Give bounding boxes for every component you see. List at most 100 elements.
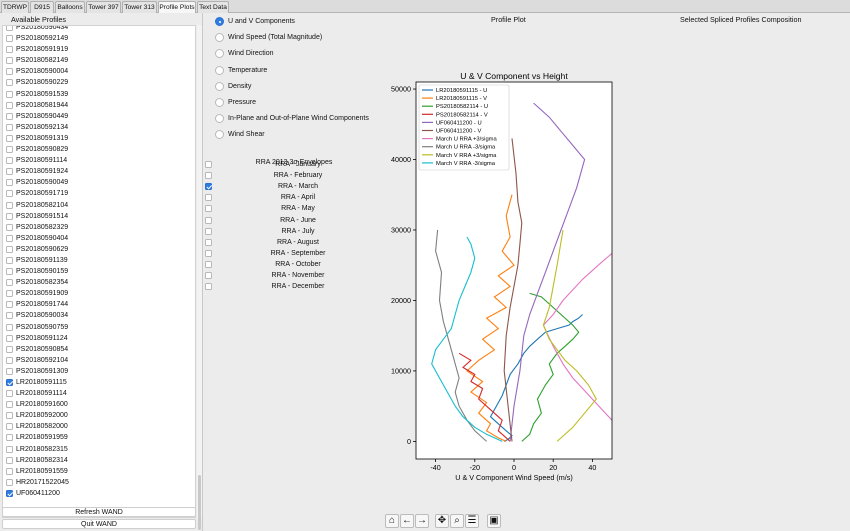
envelope-month-item[interactable]: RRA - January: [205, 159, 383, 170]
envelope-checkbox[interactable]: [205, 227, 212, 235]
envelope-checkbox[interactable]: [205, 205, 212, 213]
refresh-wand-button[interactable]: Refresh WAND: [2, 507, 196, 517]
profile-checkbox[interactable]: [6, 90, 13, 98]
envelope-checkbox[interactable]: [205, 260, 212, 268]
envelope-checkbox[interactable]: [205, 216, 212, 224]
profile-checkbox[interactable]: [6, 268, 13, 276]
profile-list-item[interactable]: PS20180590404: [3, 233, 195, 244]
profile-list-item[interactable]: PS20180590434: [3, 26, 195, 33]
profile-checkbox[interactable]: [6, 456, 13, 464]
profile-checkbox[interactable]: [6, 367, 13, 375]
profile-checkbox[interactable]: [6, 212, 13, 220]
profile-checkbox[interactable]: [6, 290, 13, 298]
profile-list-item[interactable]: PS20180591124: [3, 333, 195, 344]
radio-button[interactable]: [215, 114, 224, 124]
profile-checkbox[interactable]: [6, 445, 13, 453]
profile-list-item[interactable]: PS20180591909: [3, 288, 195, 299]
envelope-month-item[interactable]: RRA - August: [205, 237, 383, 248]
envelope-month-item[interactable]: RRA - December: [205, 281, 383, 292]
profile-checkbox[interactable]: [6, 123, 13, 131]
forward-arrow-icon[interactable]: →: [415, 514, 429, 528]
back-arrow-icon[interactable]: ←: [400, 514, 414, 528]
profile-checkbox[interactable]: [6, 234, 13, 242]
profile-list-item[interactable]: PS20180591744: [3, 299, 195, 310]
profile-checkbox[interactable]: [6, 146, 13, 154]
envelope-month-item[interactable]: RRA - July: [205, 226, 383, 237]
profile-list-item[interactable]: LR20180592000: [3, 410, 195, 421]
tab-text-data[interactable]: Text Data: [197, 1, 229, 13]
profile-checkbox[interactable]: [6, 467, 13, 475]
envelope-checkbox[interactable]: [205, 172, 212, 180]
envelope-checkbox[interactable]: [205, 283, 212, 291]
profile-checkbox[interactable]: [6, 101, 13, 109]
profile-list-item[interactable]: PS20180590854: [3, 344, 195, 355]
profile-list-item[interactable]: PS20180590629: [3, 244, 195, 255]
radio-button[interactable]: [215, 49, 224, 59]
profile-list-item[interactable]: PS20180591319: [3, 133, 195, 144]
profile-list-item[interactable]: HR20171522045: [3, 477, 195, 488]
profile-list-item[interactable]: PS20180590449: [3, 111, 195, 122]
profile-checkbox[interactable]: [6, 279, 13, 287]
envelope-month-item[interactable]: RRA - November: [205, 270, 383, 281]
home-icon[interactable]: ⌂: [385, 514, 399, 528]
profile-checkbox[interactable]: [6, 35, 13, 43]
radio-pressure[interactable]: Pressure: [215, 97, 256, 108]
profile-list-item[interactable]: LR20180591600: [3, 399, 195, 410]
profile-checkbox[interactable]: [6, 201, 13, 209]
envelope-month-item[interactable]: RRA - May: [205, 203, 383, 214]
tab-d915[interactable]: D915: [30, 1, 54, 13]
envelope-month-item[interactable]: RRA - February: [205, 170, 383, 181]
envelope-checkbox[interactable]: [205, 161, 212, 168]
profile-checkbox[interactable]: [6, 356, 13, 364]
radio-wind-direction[interactable]: Wind Direction: [215, 48, 274, 59]
profile-list-item[interactable]: PS20180591919: [3, 44, 195, 55]
profile-list-item[interactable]: PS20180591114: [3, 155, 195, 166]
profile-list-item[interactable]: PS20180590829: [3, 144, 195, 155]
profile-checkbox[interactable]: [6, 79, 13, 87]
profile-list-item[interactable]: LR20180582000: [3, 421, 195, 432]
profile-checkbox[interactable]: [6, 223, 13, 231]
profile-checkbox[interactable]: [6, 434, 13, 442]
profile-list-item[interactable]: PS20180591539: [3, 89, 195, 100]
profile-checkbox[interactable]: [6, 179, 13, 187]
profile-checkbox[interactable]: [6, 256, 13, 264]
profile-list-item[interactable]: LR20180582315: [3, 444, 195, 455]
profile-checkbox[interactable]: [6, 345, 13, 353]
radio-button[interactable]: [215, 17, 224, 26]
profile-list-item[interactable]: PS20180590034: [3, 310, 195, 321]
radio-wind-speed-total-magnitude[interactable]: Wind Speed (Total Magnitude): [215, 32, 322, 43]
profile-checkbox[interactable]: [6, 301, 13, 309]
envelope-checkbox[interactable]: [205, 238, 212, 246]
zoom-icon[interactable]: ⌕: [450, 514, 464, 528]
profile-list-item[interactable]: LR20180582314: [3, 455, 195, 466]
radio-wind-shear[interactable]: Wind Shear: [215, 129, 265, 140]
envelope-checkbox[interactable]: [205, 272, 212, 279]
envelope-month-item[interactable]: RRA - March: [205, 181, 383, 192]
save-icon[interactable]: ▣: [487, 514, 501, 528]
profile-list-item[interactable]: PS20180582149: [3, 55, 195, 66]
profile-checkbox[interactable]: [6, 323, 13, 331]
profile-list-item[interactable]: PS20180590759: [3, 322, 195, 333]
radio-button[interactable]: [215, 130, 224, 140]
profile-list-item[interactable]: LR20180591115: [3, 377, 195, 388]
radio-u-and-v-components[interactable]: U and V Components: [215, 16, 295, 27]
envelope-month-item[interactable]: RRA - October: [205, 259, 383, 270]
tab-tdrwp[interactable]: TDRWP: [1, 1, 29, 13]
envelope-month-item[interactable]: RRA - June: [205, 215, 383, 226]
profile-checkbox[interactable]: [6, 157, 13, 165]
profile-list-item[interactable]: PS20180592134: [3, 122, 195, 133]
profile-checkbox[interactable]: [6, 312, 13, 320]
profile-list-item[interactable]: PS20180591309: [3, 366, 195, 377]
tab-tower-397[interactable]: Tower 397: [86, 1, 121, 13]
tab-balloons[interactable]: Balloons: [55, 1, 85, 13]
profile-list-item[interactable]: PS20180590004: [3, 66, 195, 77]
profile-checkbox[interactable]: [6, 190, 13, 198]
profile-list-item[interactable]: PS20180592104: [3, 355, 195, 366]
profile-list-item[interactable]: PS20180581944: [3, 100, 195, 111]
profile-checkbox[interactable]: [6, 478, 13, 486]
pan-icon[interactable]: ✥: [435, 514, 449, 528]
radio-button[interactable]: [215, 98, 224, 107]
profile-list-item[interactable]: PS20180591139: [3, 255, 195, 266]
profile-list-item[interactable]: LR20180591559: [3, 466, 195, 477]
profile-checkbox[interactable]: [6, 57, 13, 65]
